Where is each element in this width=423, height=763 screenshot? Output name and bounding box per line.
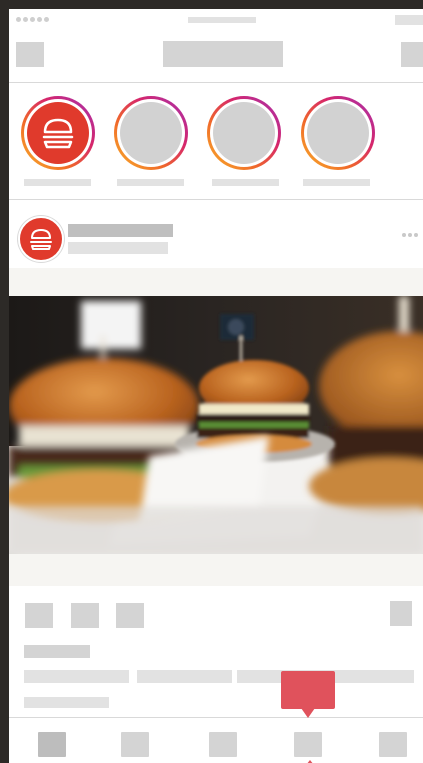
post-avatar[interactable] xyxy=(18,216,64,262)
burger-logo-icon xyxy=(42,118,74,149)
profile-icon[interactable] xyxy=(379,732,407,757)
post-username[interactable] xyxy=(68,224,173,237)
post-image[interactable] xyxy=(9,296,423,554)
activity-icon[interactable] xyxy=(294,732,322,757)
burger-logo-icon xyxy=(30,229,52,250)
share-icon[interactable] xyxy=(116,603,144,628)
camera-icon[interactable] xyxy=(16,42,44,67)
story-item[interactable] xyxy=(114,96,188,170)
like-icon[interactable] xyxy=(25,603,53,628)
caption-line xyxy=(137,670,232,683)
stories-divider xyxy=(9,199,423,200)
search-icon[interactable] xyxy=(121,732,149,757)
caption-line xyxy=(24,670,129,683)
direct-message-icon[interactable] xyxy=(401,42,423,67)
tab-bar xyxy=(9,717,423,763)
status-time xyxy=(188,17,256,23)
more-dots-icon[interactable] xyxy=(402,233,418,237)
activity-notification-bubble[interactable] xyxy=(281,671,335,718)
battery-icon xyxy=(395,15,423,25)
story-label xyxy=(303,179,370,186)
story-label xyxy=(24,179,91,186)
story-label xyxy=(212,179,279,186)
signal-dots-icon xyxy=(16,17,49,22)
story-item[interactable] xyxy=(207,96,281,170)
post-location[interactable] xyxy=(68,242,168,254)
header-divider xyxy=(9,82,423,83)
likes-count[interactable] xyxy=(24,645,90,658)
bookmark-icon[interactable] xyxy=(390,601,412,626)
story-label xyxy=(117,179,184,186)
phone-screen xyxy=(9,9,423,763)
home-icon[interactable] xyxy=(38,732,66,757)
story-item[interactable] xyxy=(301,96,375,170)
image-bottom-band xyxy=(9,554,423,586)
add-icon[interactable] xyxy=(209,732,237,757)
comment-icon[interactable] xyxy=(71,603,99,628)
story-brand[interactable] xyxy=(21,96,95,170)
app-title-logo xyxy=(163,41,283,67)
image-top-band xyxy=(9,268,423,296)
timestamp xyxy=(24,697,109,708)
